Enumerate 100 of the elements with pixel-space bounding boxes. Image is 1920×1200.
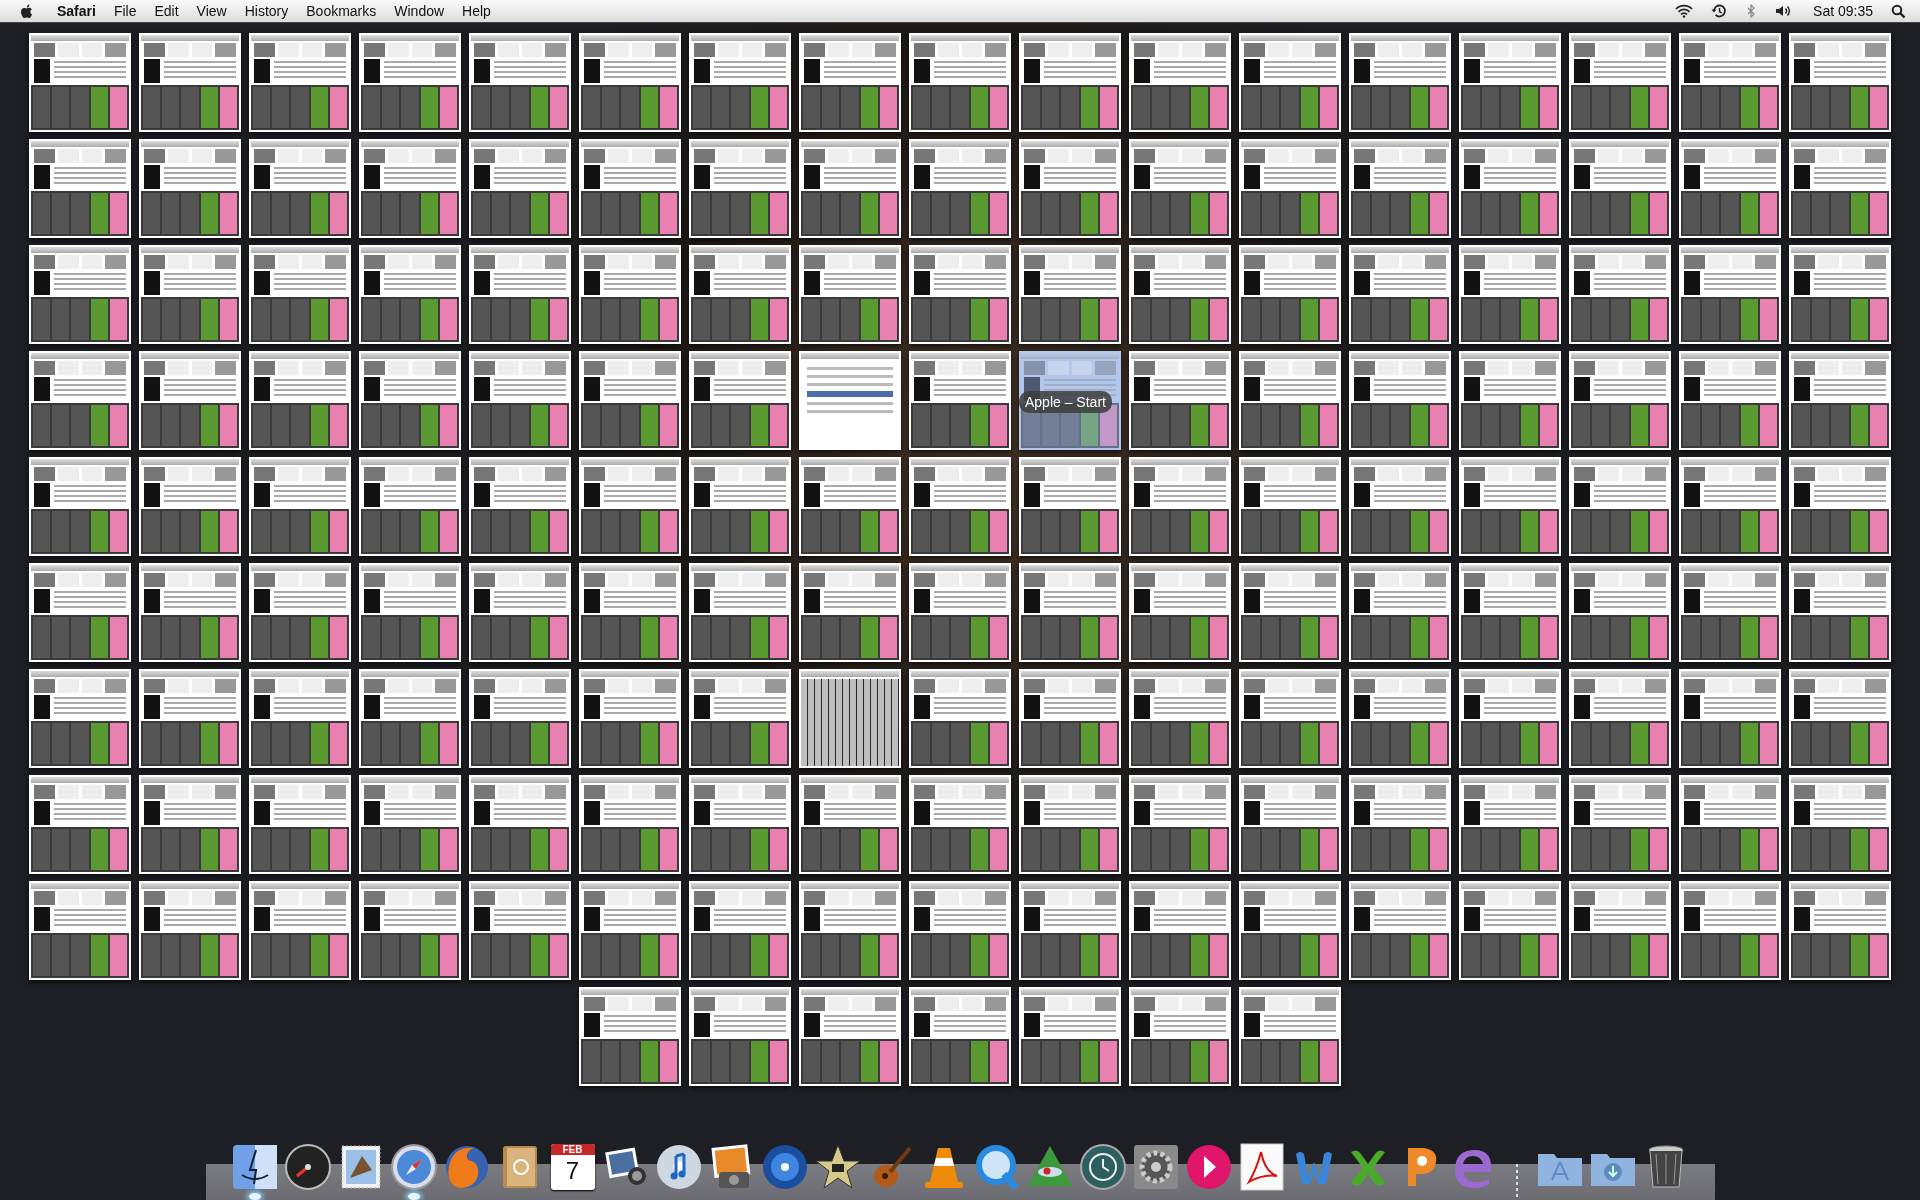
- clock-history-icon[interactable]: [1711, 3, 1728, 19]
- window-thumbnail[interactable]: [1679, 881, 1781, 980]
- window-thumbnail[interactable]: [29, 881, 131, 980]
- window-thumbnail[interactable]: [1679, 563, 1781, 662]
- window-thumbnail[interactable]: [1459, 881, 1561, 980]
- window-thumbnail[interactable]: [909, 33, 1011, 132]
- window-thumbnail[interactable]: [689, 139, 791, 238]
- window-thumbnail[interactable]: [1459, 775, 1561, 874]
- window-thumbnail[interactable]: [909, 987, 1011, 1086]
- window-thumbnail[interactable]: [359, 881, 461, 980]
- window-thumbnail[interactable]: [579, 775, 681, 874]
- window-thumbnail[interactable]: [1459, 245, 1561, 344]
- window-thumbnail[interactable]: [139, 775, 241, 874]
- window-thumbnail[interactable]: [689, 245, 791, 344]
- window-thumbnail[interactable]: [139, 457, 241, 556]
- window-thumbnail[interactable]: [1679, 775, 1781, 874]
- window-thumbnail[interactable]: [799, 775, 901, 874]
- window-thumbnail[interactable]: [469, 457, 571, 556]
- window-thumbnail[interactable]: [1019, 987, 1121, 1086]
- window-thumbnail[interactable]: [1239, 139, 1341, 238]
- window-thumbnail[interactable]: [1129, 987, 1231, 1086]
- window-thumbnail[interactable]: [249, 245, 351, 344]
- window-thumbnail[interactable]: [1019, 33, 1121, 132]
- menu-item[interactable]: Window: [394, 3, 445, 19]
- window-thumbnail[interactable]: [469, 33, 571, 132]
- window-thumbnail[interactable]: [139, 669, 241, 768]
- window-thumbnail[interactable]: [1459, 139, 1561, 238]
- window-thumbnail[interactable]: [359, 139, 461, 238]
- window-thumbnail[interactable]: [909, 245, 1011, 344]
- window-thumbnail[interactable]: [799, 33, 901, 132]
- window-thumbnail[interactable]: [909, 881, 1011, 980]
- window-thumbnail[interactable]: [579, 457, 681, 556]
- window-thumbnail[interactable]: [1789, 139, 1891, 238]
- wifi-icon[interactable]: [1675, 4, 1694, 18]
- menu-item[interactable]: Help: [462, 3, 491, 19]
- window-thumbnail[interactable]: [799, 245, 901, 344]
- window-thumbnail[interactable]: [139, 139, 241, 238]
- window-thumbnail[interactable]: [139, 881, 241, 980]
- window-thumbnail[interactable]: [579, 351, 681, 450]
- window-thumbnail[interactable]: [909, 775, 1011, 874]
- window-thumbnail[interactable]: [139, 351, 241, 450]
- window-thumbnail[interactable]: [1679, 139, 1781, 238]
- window-thumbnail[interactable]: [799, 563, 901, 662]
- window-thumbnail[interactable]: [1789, 881, 1891, 980]
- window-thumbnail[interactable]: [689, 881, 791, 980]
- window-thumbnail[interactable]: [1679, 457, 1781, 556]
- window-thumbnail[interactable]: [1569, 881, 1671, 980]
- window-thumbnail[interactable]: [1789, 775, 1891, 874]
- window-thumbnail[interactable]: [29, 563, 131, 662]
- window-thumbnail[interactable]: [1349, 775, 1451, 874]
- window-thumbnail[interactable]: [359, 669, 461, 768]
- window-thumbnail[interactable]: [1569, 775, 1671, 874]
- window-thumbnail[interactable]: [1349, 563, 1451, 662]
- window-thumbnail[interactable]: [689, 351, 791, 450]
- window-thumbnail[interactable]: [29, 457, 131, 556]
- window-thumbnail[interactable]: [469, 881, 571, 980]
- window-thumbnail[interactable]: [909, 669, 1011, 768]
- window-thumbnail[interactable]: [579, 139, 681, 238]
- window-thumbnail[interactable]: [1349, 245, 1451, 344]
- window-thumbnail[interactable]: [689, 669, 791, 768]
- window-thumbnail[interactable]: [29, 33, 131, 132]
- window-thumbnail[interactable]: [1789, 245, 1891, 344]
- window-thumbnail[interactable]: [1789, 669, 1891, 768]
- window-thumbnail[interactable]: [1789, 563, 1891, 662]
- window-thumbnail[interactable]: [909, 139, 1011, 238]
- window-thumbnail[interactable]: [1019, 563, 1121, 662]
- window-thumbnail[interactable]: [29, 139, 131, 238]
- window-thumbnail[interactable]: [1239, 987, 1341, 1086]
- window-thumbnail[interactable]: [1129, 457, 1231, 556]
- window-thumbnail[interactable]: [1019, 669, 1121, 768]
- window-thumbnail[interactable]: [359, 563, 461, 662]
- window-thumbnail[interactable]: [1019, 775, 1121, 874]
- window-thumbnail[interactable]: [799, 669, 901, 768]
- window-thumbnail[interactable]: [909, 351, 1011, 450]
- window-thumbnail[interactable]: [1239, 351, 1341, 450]
- window-thumbnail[interactable]: [249, 881, 351, 980]
- menu-item[interactable]: History: [244, 3, 289, 19]
- window-thumbnail[interactable]: [1129, 351, 1231, 450]
- window-thumbnail[interactable]: [1129, 139, 1231, 238]
- window-thumbnail[interactable]: [1789, 457, 1891, 556]
- gauge-icon[interactable]: [282, 1142, 333, 1192]
- window-thumbnail[interactable]: [1129, 775, 1231, 874]
- window-thumbnail[interactable]: [1569, 139, 1671, 238]
- window-thumbnail[interactable]: [29, 245, 131, 344]
- window-thumbnail[interactable]: [469, 563, 571, 662]
- window-thumbnail[interactable]: [139, 245, 241, 344]
- window-thumbnail[interactable]: [579, 987, 681, 1086]
- window-thumbnail[interactable]: [1349, 351, 1451, 450]
- window-thumbnail[interactable]: [689, 563, 791, 662]
- window-thumbnail[interactable]: [579, 245, 681, 344]
- window-thumbnail[interactable]: [689, 987, 791, 1086]
- window-thumbnail[interactable]: [909, 563, 1011, 662]
- window-thumbnail[interactable]: [909, 457, 1011, 556]
- window-thumbnail[interactable]: [799, 351, 901, 450]
- window-thumbnail[interactable]: [1569, 33, 1671, 132]
- window-thumbnail[interactable]: [1789, 33, 1891, 132]
- window-thumbnail[interactable]: [1569, 457, 1671, 556]
- window-thumbnail[interactable]: [139, 563, 241, 662]
- window-thumbnail[interactable]: [1349, 669, 1451, 768]
- window-thumbnail[interactable]: [469, 245, 571, 344]
